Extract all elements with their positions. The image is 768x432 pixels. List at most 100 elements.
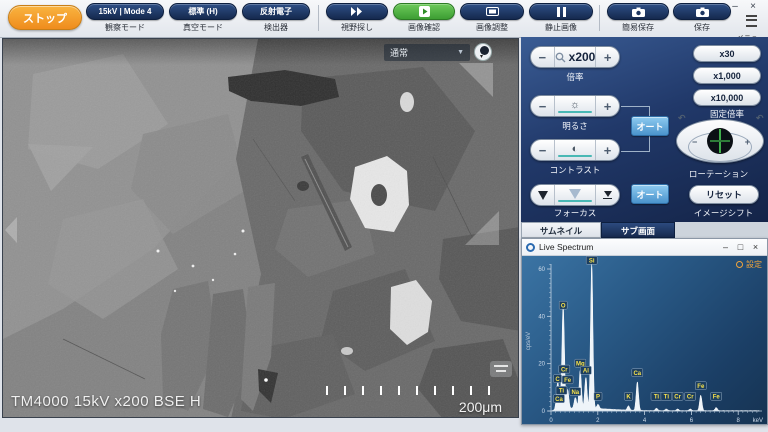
focus-position-icon [569, 189, 581, 199]
brightness-stepper: − ☼ + [530, 95, 620, 117]
magnification-value: x200 [569, 51, 596, 63]
spectrum-title-bar[interactable]: Live Spectrum – □ × [522, 239, 767, 256]
focus-indicator[interactable] [555, 185, 595, 205]
brightness-minus-button[interactable]: − [531, 96, 555, 116]
fine-focus-button[interactable] [595, 185, 619, 205]
auto-focus-button[interactable]: オート [631, 184, 669, 204]
magnifier-icon [555, 52, 566, 63]
contrast-icon: ◐ [572, 144, 579, 154]
image-mode-dropdown[interactable]: 通常 ▼ [384, 44, 470, 61]
image-adjust-label: 画像調整 [460, 22, 524, 33]
bottom-tab-bar: サムネイル サブ画面 [521, 222, 768, 238]
quick-save-button[interactable] [607, 3, 669, 20]
quick-save-label: 簡易保存 [607, 22, 669, 33]
field-search-button[interactable] [326, 3, 388, 20]
spectrum-close-button[interactable]: × [748, 240, 763, 255]
rotation-minus-button[interactable]: − [692, 137, 697, 147]
peak-label-Al: Al [583, 369, 589, 375]
preset-x1000-button[interactable]: x1,000 [693, 67, 761, 84]
spectrum-minimize-button[interactable]: – [718, 240, 733, 255]
rotation-label: ローテーション [671, 168, 766, 180]
vacuum-mode-label: 真空モード [169, 22, 237, 33]
image-adjust-button[interactable] [460, 3, 524, 20]
peak-label-P: P [596, 395, 600, 401]
preset-x10000-button[interactable]: x10,000 [693, 89, 761, 106]
spectrum-chart-area[interactable]: 020406002468keVcps/eVCCaTiOCrFeNaMgAlSiP… [522, 256, 767, 424]
image-shift-reset-button[interactable]: リセット [689, 185, 759, 204]
image-check-button[interactable] [393, 3, 455, 20]
spectrum-curve [551, 264, 759, 411]
image-adjust-group: 画像調整 [460, 3, 524, 33]
monitor-icon [486, 7, 499, 17]
detector-button[interactable]: 反射電子 [242, 3, 310, 20]
peak-label-Ti: Ti [654, 395, 660, 401]
stage-orientation-icon[interactable]: ▾ [474, 43, 492, 61]
save-button[interactable] [673, 3, 731, 20]
coarse-focus-button[interactable] [531, 185, 555, 205]
vacuum-mode-group: 標準 (H) 真空モード [169, 3, 237, 33]
rotation-plus-button[interactable]: + [745, 137, 750, 147]
brightness-level-bar [558, 111, 592, 113]
magnification-minus-button[interactable]: − [531, 47, 555, 67]
contrast-plus-button[interactable]: + [595, 140, 619, 160]
peak-label-Na: Na [571, 390, 579, 396]
freeze-image-label: 静止画像 [529, 22, 593, 33]
orientation-caret-icon: ▾ [480, 53, 483, 60]
window-minimize-button[interactable]: – [728, 1, 742, 13]
tab-thumbnail[interactable]: サムネイル [521, 222, 601, 238]
focus-label: フォーカス [530, 207, 620, 219]
spectrum-maximize-button[interactable]: □ [733, 240, 748, 255]
main-toolbar: ストップ 15kV | Mode 4 観察モード 標準 (H) 真空モード 反射… [0, 0, 768, 38]
peak-label-Cr: Cr [674, 395, 681, 401]
freeze-image-button[interactable] [529, 3, 593, 20]
auto-brightness-contrast-button[interactable]: オート [631, 116, 669, 136]
data-zone-widget[interactable] [490, 361, 512, 377]
tab-sub-screen[interactable]: サブ画面 [601, 222, 675, 238]
contrast-stepper: − ◐ + [530, 139, 620, 161]
peak-label-C: C [555, 377, 560, 383]
observation-mode-button[interactable]: 15kV | Mode 4 [86, 3, 164, 20]
preset-x30-button[interactable]: x30 [693, 45, 761, 62]
move-field-top-right-arrow[interactable] [459, 63, 493, 97]
camera-icon [632, 7, 645, 17]
contrast-level-bar [558, 155, 592, 157]
live-spectrum-window: Live Spectrum – □ × 020406002468keVcps/e… [521, 238, 768, 425]
magnification-label: 倍率 [530, 71, 620, 83]
contrast-minus-button[interactable]: − [531, 140, 555, 160]
brightness-plus-button[interactable]: + [595, 96, 619, 116]
fine-focus-underline [603, 198, 612, 200]
rotate-cw-icon[interactable]: ↷ [756, 113, 764, 124]
y-axis-tick-label: 0 [542, 409, 546, 415]
sem-image-viewport[interactable]: 通常 ▼ ▾ TM4000 15kV x200 BSE H 200μm [2, 38, 519, 418]
contrast-indicator[interactable]: ◐ [555, 140, 595, 160]
detector-group: 反射電子 検出器 [242, 3, 310, 33]
rotate-ccw-icon[interactable]: ↶ [678, 113, 686, 124]
peak-label-Ca: Ca [633, 371, 641, 377]
stop-button[interactable]: ストップ [8, 5, 82, 30]
vacuum-mode-button[interactable]: 標準 (H) [169, 3, 237, 20]
rotation-control[interactable]: ↶ ↷ − + [676, 113, 766, 169]
brightness-indicator[interactable]: ☼ [555, 96, 595, 116]
quick-save-group: 簡易保存 [607, 3, 669, 33]
magnification-value-display[interactable]: x200 [555, 47, 596, 67]
peak-label-Ca: Ca [555, 397, 563, 403]
x-axis-tick-label: 6 [690, 418, 694, 424]
spectrum-app-icon [526, 243, 535, 252]
x-axis-tick-label: 0 [549, 418, 553, 424]
peak-label-K: K [626, 395, 631, 401]
magnification-plus-button[interactable]: + [595, 47, 619, 67]
field-search-label: 視野探し [326, 22, 388, 33]
move-field-bottom-right-arrow[interactable] [465, 211, 499, 245]
move-field-left-arrow[interactable] [5, 217, 17, 243]
camera-icon [696, 7, 709, 17]
window-close-button[interactable]: × [746, 1, 760, 13]
spectrum-settings-button[interactable]: 設定 [736, 259, 762, 270]
spectrum-window-title: Live Spectrum [539, 242, 718, 252]
x-axis-unit-label: keV [753, 418, 763, 424]
y-axis-tick-label: 20 [538, 362, 545, 368]
field-search-group: 視野探し [326, 3, 388, 33]
image-check-group: 画像確認 [393, 3, 455, 33]
brightness-label: 明るさ [530, 120, 620, 132]
image-shift-label: イメージシフト [681, 207, 766, 219]
observation-mode-label: 観察モード [86, 22, 164, 33]
